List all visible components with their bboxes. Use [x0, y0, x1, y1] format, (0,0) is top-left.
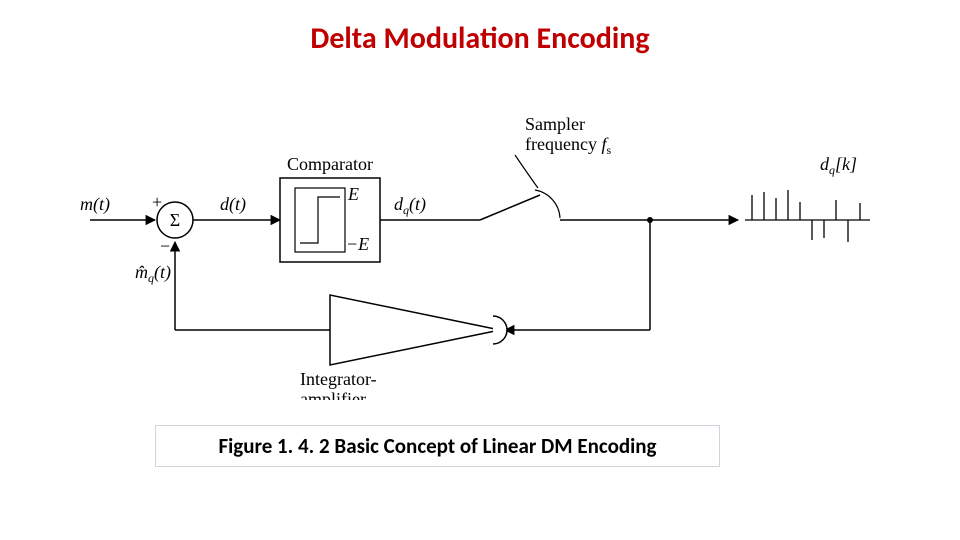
label-input: m(t)	[80, 194, 110, 215]
label-dq: dq(t)	[394, 194, 426, 217]
caption-box: Figure 1. 4. 2 Basic Concept of Linear D…	[155, 425, 720, 467]
label-output: dq[k]	[820, 154, 857, 177]
label-amp-line2: amplifier	[300, 389, 366, 400]
figure-caption: Figure 1. 4. 2 Basic Concept of Linear D…	[218, 433, 656, 459]
label-comparator: Comparator	[287, 154, 373, 174]
label-E-low: −E	[346, 234, 369, 254]
integrator-amplifier	[330, 295, 500, 365]
label-sampler-fs-sub: s	[606, 143, 611, 157]
amp-input-cap	[493, 316, 507, 344]
label-feedback-arg: (t)	[154, 262, 171, 283]
label-feedback: m̂q(t)	[135, 262, 171, 285]
label-d: d(t)	[220, 194, 246, 215]
label-sampler-freq: frequency	[525, 134, 601, 154]
label-amp-line1: Integrator-	[300, 369, 377, 389]
block-diagram: m(t) Σ + − d(t) Comparator E −E dq(t) Sa…	[80, 100, 880, 400]
label-dq-arg: (t)	[409, 194, 426, 215]
label-sampler-line1: Sampler	[525, 114, 585, 134]
label-output-arg: [k]	[835, 154, 857, 174]
sampler-arm	[480, 195, 540, 220]
plus-sign: +	[152, 192, 162, 212]
sum-symbol: Σ	[170, 210, 180, 230]
sampler-arc	[535, 190, 560, 218]
minus-sign: −	[160, 236, 170, 256]
output-pulse-train	[745, 190, 870, 242]
label-E-high: E	[347, 184, 359, 204]
label-feedback-m: m̂	[135, 262, 148, 282]
page-title: Delta Modulation Encoding	[0, 20, 960, 57]
label-sampler-line2: frequency fs	[525, 134, 611, 157]
sampler-leadline	[515, 155, 538, 188]
